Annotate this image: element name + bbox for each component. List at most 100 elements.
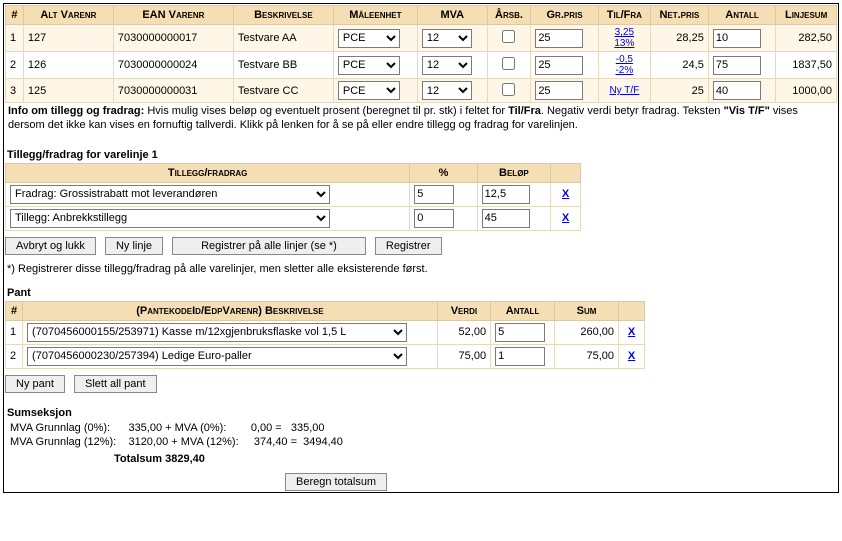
lines-table: # Alt Varenr EAN Varenr Beskrivelse Måle… — [5, 5, 837, 103]
slett-pant-button[interactable]: Slett all pant — [74, 375, 157, 393]
tf-pct-input[interactable] — [414, 209, 454, 228]
pant-title: Pant — [5, 277, 837, 301]
sum-total: Totalsum 3829,40 — [5, 449, 837, 467]
pant-verdi: 75,00 — [437, 344, 490, 368]
tf-col-b: % — [410, 163, 477, 182]
table-row: 2 126 7030000000024 Testvare BB PCE 12 -… — [6, 52, 837, 79]
pant-verdi: 52,00 — [437, 320, 490, 344]
delete-x-link[interactable]: X — [558, 212, 573, 224]
ny-linje-button[interactable]: Ny linje — [105, 237, 163, 255]
linjesum: 282,50 — [776, 25, 837, 52]
col-alt: Alt Varenr — [23, 6, 113, 25]
mva-select[interactable]: 12 — [422, 56, 472, 75]
grpris-input[interactable] — [535, 29, 583, 48]
avbryt-button[interactable]: Avbryt og lukk — [5, 237, 96, 255]
pant-antall-input[interactable] — [495, 323, 545, 342]
arsb-checkbox[interactable] — [502, 57, 515, 70]
table-row: Tillegg: Anbrekkstillegg X — [6, 206, 581, 230]
beregn-button[interactable]: Beregn totalsum — [285, 473, 387, 491]
tf-link[interactable]: -0,5 — [616, 54, 633, 65]
grpris-input[interactable] — [535, 81, 583, 100]
row-num: 3 — [6, 79, 24, 103]
col-beskr: Beskrivelse — [233, 6, 333, 25]
tf-note: *) Registrerer disse tillegg/fradrag på … — [5, 259, 837, 277]
pant-col-b: (PantekodeId/EdpVarenr) Beskrivelse — [23, 301, 438, 320]
tf-section-title: Tillegg/fradrag for varelinje 1 — [5, 139, 837, 163]
ean-varenr: 7030000000031 — [113, 79, 233, 103]
pant-sum: 75,00 — [555, 344, 619, 368]
enhet-select[interactable]: PCE — [338, 29, 400, 48]
sum-title: Sumseksjon — [5, 397, 837, 421]
netpris: 25 — [650, 79, 708, 103]
ean-varenr: 7030000000024 — [113, 52, 233, 79]
mva-select[interactable]: 12 — [422, 81, 472, 100]
arsb-checkbox[interactable] — [502, 30, 515, 43]
antall-input[interactable] — [713, 29, 761, 48]
col-arsb: Årsb. — [487, 6, 531, 25]
tf-link[interactable]: 13% — [614, 38, 634, 49]
pant-table: # (PantekodeId/EdpVarenr) Beskrivelse Ve… — [5, 301, 645, 369]
row-num: 1 — [6, 320, 23, 344]
table-row: 2 (7070456000230/257394) Ledige Euro-pal… — [6, 344, 645, 368]
linjesum: 1837,50 — [776, 52, 837, 79]
enhet-select[interactable]: PCE — [338, 81, 400, 100]
antall-input[interactable] — [713, 56, 761, 75]
table-row: 3 125 7030000000031 Testvare CC PCE 12 N… — [6, 79, 837, 103]
arsb-checkbox[interactable] — [502, 83, 515, 96]
table-row: 1 (7070456000155/253971) Kasse m/12xgjen… — [6, 320, 645, 344]
col-antall: Antall — [708, 6, 775, 25]
tf-col-c: Beløp — [477, 163, 551, 182]
table-row: 1 127 7030000000017 Testvare AA PCE 12 3… — [6, 25, 837, 52]
tf-link[interactable]: 3,25 — [615, 27, 634, 38]
grpris-input[interactable] — [535, 56, 583, 75]
delete-x-link[interactable]: X — [624, 326, 639, 338]
row-num: 1 — [6, 25, 24, 52]
netpris: 24,5 — [650, 52, 708, 79]
table-row: Fradrag: Grossistrabatt mot leverandøren… — [6, 182, 581, 206]
mva-select[interactable]: 12 — [422, 29, 472, 48]
sum-line-0: MVA Grunnlag (0%): 335,00 + MVA (0%): 0,… — [5, 421, 837, 435]
col-enhet: Måleenhet — [333, 6, 417, 25]
info-lead: Info om tillegg og fradrag: — [8, 105, 144, 117]
tf-select[interactable]: Fradrag: Grossistrabatt mot leverandøren — [10, 185, 330, 204]
pant-select[interactable]: (7070456000155/253971) Kasse m/12xgjenbr… — [27, 323, 407, 342]
tf-link[interactable]: -2% — [615, 65, 633, 76]
info-text: Info om tillegg og fradrag: Hvis mulig v… — [5, 103, 837, 139]
pant-col-s: Sum — [555, 301, 619, 320]
pant-select[interactable]: (7070456000230/257394) Ledige Euro-palle… — [27, 347, 407, 366]
delete-x-link[interactable]: X — [624, 350, 639, 362]
netpris: 28,25 — [650, 25, 708, 52]
tf-buttons: Avbryt og lukk Ny linje Registrer på all… — [5, 231, 837, 259]
enhet-select[interactable]: PCE — [338, 56, 400, 75]
row-num: 2 — [6, 344, 23, 368]
beskrivelse: Testvare AA — [233, 25, 333, 52]
pant-sum: 260,00 — [555, 320, 619, 344]
alt-varenr: 127 — [23, 25, 113, 52]
alt-varenr: 126 — [23, 52, 113, 79]
col-num: # — [6, 6, 24, 25]
tf-pct-input[interactable] — [414, 185, 454, 204]
col-tilfra: Til/Fra — [598, 6, 650, 25]
col-netpris: Net.pris — [650, 6, 708, 25]
pant-col-a: Antall — [491, 301, 555, 320]
col-grpris: Gr.pris — [531, 6, 598, 25]
tf-table: Tillegg/fradrag % Beløp Fradrag: Grossis… — [5, 163, 581, 231]
alt-varenr: 125 — [23, 79, 113, 103]
col-linjesum: Linjesum — [776, 6, 837, 25]
tf-belop-input[interactable] — [482, 209, 530, 228]
col-ean: EAN Varenr — [113, 6, 233, 25]
tf-belop-input[interactable] — [482, 185, 530, 204]
col-mva: MVA — [417, 6, 487, 25]
pant-buttons: Ny pant Slett all pant — [5, 369, 837, 397]
ny-pant-button[interactable]: Ny pant — [5, 375, 65, 393]
registrer-button[interactable]: Registrer — [375, 237, 442, 255]
antall-input[interactable] — [713, 81, 761, 100]
tf-select[interactable]: Tillegg: Anbrekkstillegg — [10, 209, 330, 228]
row-num: 2 — [6, 52, 24, 79]
ny-tf-link[interactable]: Ny T/F — [609, 85, 639, 96]
delete-x-link[interactable]: X — [558, 188, 573, 200]
pant-antall-input[interactable] — [495, 347, 545, 366]
tf-col-a: Tillegg/fradrag — [6, 163, 410, 182]
registrer-alle-button[interactable]: Registrer på alle linjer (se *) — [172, 237, 366, 255]
beskrivelse: Testvare BB — [233, 52, 333, 79]
